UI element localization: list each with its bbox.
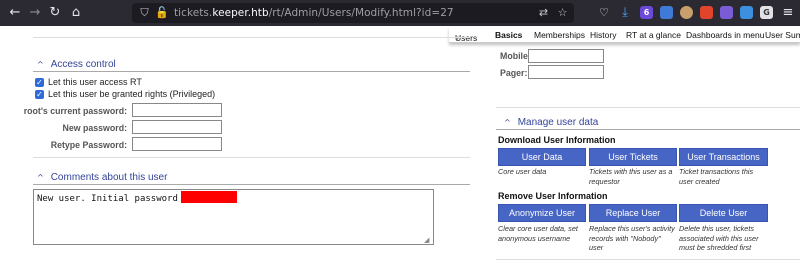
remove-heading: Remove User Information (498, 191, 608, 201)
url-bar[interactable]: ⛉ 🔓 tickets.keeper.htb/rt/Admin/Users/Mo… (132, 3, 574, 23)
chevron-down-icon: ▾ (455, 33, 460, 43)
extension-puzzle-icon[interactable] (740, 6, 753, 19)
manage-top-divider (496, 107, 800, 108)
extension-fox-icon[interactable] (700, 6, 713, 19)
menu-icon[interactable]: ≡ (780, 5, 796, 21)
collapse-icon[interactable]: ^ (37, 173, 44, 182)
access-control-bottom-divider (33, 157, 470, 158)
new-password-input[interactable] (132, 120, 222, 134)
page-tab-nav: Users ▾ Basics Memberships History RT at… (449, 27, 800, 43)
tab-dashboards-in-menu[interactable]: Dashboards in menu (686, 30, 764, 40)
redaction-box (181, 191, 237, 203)
comments-divider (33, 184, 470, 185)
user-data-button[interactable]: User Data (498, 148, 586, 166)
replace-user-desc: Replace this user's activity records wit… (589, 224, 675, 252)
extension-shield-icon[interactable] (720, 6, 733, 19)
extension-g-icon[interactable]: G (760, 6, 773, 19)
mobile-input[interactable] (528, 49, 604, 63)
pager-input[interactable] (528, 65, 604, 79)
delete-user-desc: Delete this user, tickets associated wit… (679, 224, 759, 252)
delete-user-button[interactable]: Delete User (679, 204, 768, 222)
access-control-title[interactable]: ^ Access control (37, 59, 116, 70)
collapse-icon[interactable]: ^ (37, 60, 44, 69)
extension-badge-icon[interactable]: 6 (640, 6, 653, 19)
bookmark-star-icon[interactable]: ☆ (556, 6, 569, 20)
user-transactions-desc: Ticket transactions this user created (679, 167, 754, 186)
anonymize-user-desc: Clear core user data, set anonymous user… (498, 224, 578, 243)
replace-user-button[interactable]: Replace User (589, 204, 677, 222)
download-heading: Download User Information (498, 135, 616, 145)
extension-face-icon[interactable] (680, 6, 693, 19)
section-top-divider (33, 37, 470, 38)
reload-icon[interactable]: ↻ (47, 5, 63, 21)
retype-password-label: Retype Password: (50, 140, 127, 150)
manage-divider (496, 129, 800, 130)
retype-password-input[interactable] (132, 137, 222, 151)
collapse-icon[interactable]: ^ (504, 118, 511, 127)
translate-icon[interactable]: ⇄ (537, 6, 550, 20)
resize-grip-icon[interactable]: ◢ (424, 236, 432, 244)
privileged-label: Let this user be granted rights (Privile… (48, 89, 216, 99)
insecure-lock-icon[interactable]: 🔓 (155, 6, 169, 20)
pocket-icon[interactable]: ♡ (596, 5, 612, 21)
tab-rt-at-a-glance[interactable]: RT at a glance (626, 30, 681, 40)
manage-user-data-title[interactable]: ^ Manage user data (504, 117, 598, 128)
user-data-desc: Core user data (498, 167, 547, 176)
access-rt-checkbox[interactable]: ✓ (35, 78, 44, 87)
home-icon[interactable]: ⌂ (68, 5, 84, 21)
extension-window-icon[interactable] (660, 6, 673, 19)
mobile-label: Mobile: (500, 51, 531, 61)
downloads-icon[interactable]: ⤓ (617, 5, 633, 21)
manage-bottom-divider (496, 259, 800, 260)
shield-icon[interactable]: ⛉ (138, 6, 151, 20)
privileged-checkbox[interactable]: ✓ (35, 90, 44, 99)
user-transactions-button[interactable]: User Transactions (679, 148, 768, 166)
tab-memberships[interactable]: Memberships (534, 30, 585, 40)
access-control-divider (33, 71, 470, 72)
user-tickets-desc: Tickets with this user as a requestor (589, 167, 673, 186)
anonymize-user-button[interactable]: Anonymize User (498, 204, 586, 222)
access-rt-label: Let this user access RT (48, 77, 142, 87)
current-password-label: root's current password: (23, 106, 127, 116)
browser-toolbar: ← → ↻ ⌂ ⛉ 🔓 tickets.keeper.htb/rt/Admin/… (0, 0, 800, 26)
pager-label: Pager: (500, 68, 528, 78)
forward-arrow-icon[interactable]: → (27, 5, 43, 21)
tab-history[interactable]: History (590, 30, 616, 40)
user-tickets-button[interactable]: User Tickets (589, 148, 677, 166)
new-password-label: New password: (62, 123, 127, 133)
comments-title[interactable]: ^ Comments about this user (37, 172, 167, 183)
tab-user-summary[interactable]: User Summ (765, 30, 800, 40)
url-text[interactable]: tickets.keeper.htb/rt/Admin/Users/Modify… (174, 7, 454, 19)
back-arrow-icon[interactable]: ← (7, 5, 23, 21)
current-password-input[interactable] (132, 103, 222, 117)
tab-basics[interactable]: Basics (495, 30, 522, 40)
